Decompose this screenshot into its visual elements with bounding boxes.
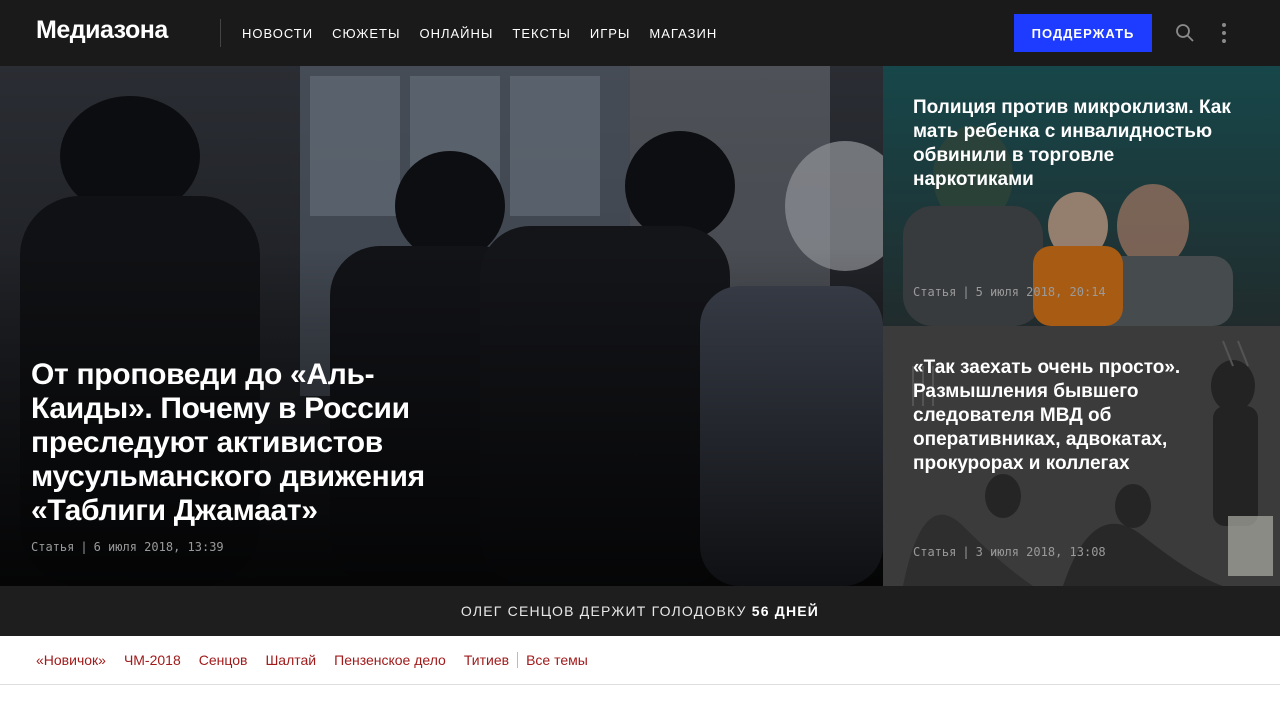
side-article-2[interactable]: «Так заехать очень просто». Размышления … <box>883 326 1280 586</box>
article-date: 3 июля 2018, 13:08 <box>975 545 1106 559</box>
more-vertical-icon[interactable] <box>1216 21 1232 45</box>
hero-title[interactable]: От проповеди до «Аль-Каиды». Почему в Ро… <box>31 358 471 528</box>
hunger-strike-banner[interactable]: ОЛЕГ СЕНЦОВ ДЕРЖИТ ГОЛОДОВКУ 56 ДНЕЙ <box>0 586 1280 636</box>
nav-item-games[interactable]: ИГРЫ <box>590 26 631 41</box>
hero-article[interactable]: От проповеди до «Аль-Каиды». Почему в Ро… <box>0 66 883 586</box>
topic-shaltai[interactable]: Шалтай <box>265 652 316 668</box>
article-date: 5 июля 2018, 20:14 <box>975 285 1106 299</box>
side-article-meta: Статья | 5 июля 2018, 20:14 <box>913 285 1106 299</box>
side-article-1[interactable]: Полиция против микроклизм. Как мать ребе… <box>883 66 1280 326</box>
article-date: 6 июля 2018, 13:39 <box>93 540 224 554</box>
topic-titiev[interactable]: Титиев <box>464 652 509 668</box>
topics-bar: «Новичок» ЧМ-2018 Сенцов Шалтай Пензенск… <box>0 636 1280 685</box>
nav-item-news[interactable]: НОВОСТИ <box>242 26 313 41</box>
meta-separator: | <box>80 540 88 554</box>
banner-days: 56 ДНЕЙ <box>751 603 820 619</box>
nav-item-stories[interactable]: СЮЖЕТЫ <box>332 26 400 41</box>
side-article-title[interactable]: «Так заехать очень просто». Размышления … <box>913 356 1233 476</box>
site-header: Медиазона НОВОСТИ СЮЖЕТЫ ОНЛАЙНЫ ТЕКСТЫ … <box>0 0 1280 66</box>
nav-item-shop[interactable]: МАГАЗИН <box>649 26 717 41</box>
article-type: Статья <box>913 545 957 559</box>
topics-divider <box>517 652 519 668</box>
nav-item-online[interactable]: ОНЛАЙНЫ <box>419 26 493 41</box>
support-button[interactable]: ПОДДЕРЖАТЬ <box>1014 14 1152 52</box>
main-nav: НОВОСТИ СЮЖЕТЫ ОНЛАЙНЫ ТЕКСТЫ ИГРЫ МАГАЗ… <box>242 0 736 66</box>
logo-divider <box>220 19 221 47</box>
article-type: Статья <box>31 540 75 554</box>
topic-novichok[interactable]: «Новичок» <box>36 652 106 668</box>
search-icon[interactable] <box>1175 23 1195 43</box>
hero-meta: Статья | 6 июля 2018, 13:39 <box>31 540 224 554</box>
article-type: Статья <box>913 285 957 299</box>
side-article-meta: Статья | 3 июля 2018, 13:08 <box>913 545 1106 559</box>
meta-separator: | <box>962 545 970 559</box>
meta-separator: | <box>962 285 970 299</box>
all-topics-link[interactable]: Все темы <box>526 652 588 668</box>
topic-sentsov[interactable]: Сенцов <box>199 652 248 668</box>
nav-item-texts[interactable]: ТЕКСТЫ <box>512 26 570 41</box>
side-article-title[interactable]: Полиция против микроклизм. Как мать ребе… <box>913 96 1233 192</box>
page-body <box>0 685 1280 720</box>
site-logo[interactable]: Медиазона <box>36 16 168 45</box>
topic-penza-case[interactable]: Пензенское дело <box>334 652 446 668</box>
topic-world-cup[interactable]: ЧМ-2018 <box>124 652 181 668</box>
banner-text: ОЛЕГ СЕНЦОВ ДЕРЖИТ ГОЛОДОВКУ <box>460 603 752 619</box>
